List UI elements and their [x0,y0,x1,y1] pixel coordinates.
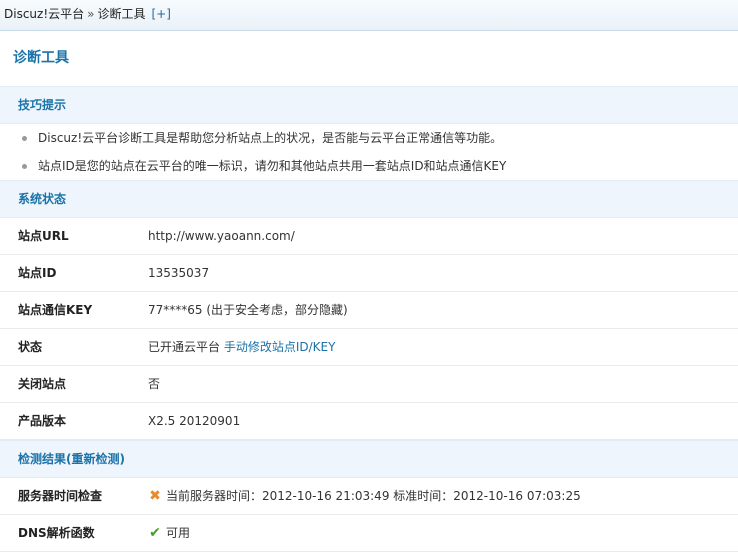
status-row-site-key: 站点通信KEY 77****65 (出于安全考虑，部分隐藏) [0,292,738,329]
result-text: 当前服务器时间：2012-10-16 21:03:49 标准时间：2012-10… [166,489,581,503]
row-value: 77****65 (出于安全考虑，部分隐藏) [148,303,348,317]
row-value: ✔ 可用 [148,515,190,551]
breadcrumb-current: 诊断工具 [97,7,146,21]
row-value: 已开通云平台 手动修改站点ID/KEY [148,329,335,365]
breadcrumb-separator: » [87,7,95,21]
row-label: 产品版本 [18,414,67,428]
tip-item: Discuz!云平台诊断工具是帮助您分析站点上的状况，是否能与云平台正常通信等功… [0,124,738,152]
result-row-dns: DNS解析函数 ✔ 可用 [0,515,738,552]
edit-site-key-link[interactable]: 手动修改站点ID/KEY [224,340,336,354]
system-status-heading: 系统状态 [0,180,738,218]
status-row-state: 状态 已开通云平台 手动修改站点ID/KEY [0,329,738,366]
row-label: 服务器时间检查 [18,489,103,503]
result-text: 可用 [166,526,191,540]
cross-icon: ✖ [149,488,161,504]
state-text: 已开通云平台 [148,340,221,354]
page-title: 诊断工具 [13,50,69,66]
add-shortcut-button[interactable]: [+] [152,7,171,21]
bullet-icon [22,164,27,169]
tip-text: 站点ID是您的站点在云平台的唯一标识，请勿和其他站点共用一套站点ID和站点通信K… [38,159,507,173]
tip-text: Discuz!云平台诊断工具是帮助您分析站点上的状况，是否能与云平台正常通信等功… [38,131,503,145]
row-value: http://www.yaoann.com/ [148,229,295,243]
status-row-version: 产品版本 X2.5 20120901 [0,403,738,440]
tips-heading: 技巧提示 [0,86,738,124]
row-value: 13535037 [148,266,210,280]
result-row-server-time: 服务器时间检查 ✖ 当前服务器时间：2012-10-16 21:03:49 标准时… [0,478,738,515]
check-icon: ✔ [149,525,161,541]
status-row-site-url: 站点URL http://www.yaoann.com/ [0,218,738,255]
status-row-site-id: 站点ID 13535037 [0,255,738,292]
tip-item: 站点ID是您的站点在云平台的唯一标识，请勿和其他站点共用一套站点ID和站点通信K… [0,152,738,180]
bullet-icon [22,136,27,141]
row-label: 状态 [18,340,43,354]
breadcrumb: Discuz!云平台» 诊断工具 [+] [0,0,738,31]
row-label: 站点通信KEY [18,303,93,317]
row-label: 站点ID [18,266,57,280]
results-heading-suffix: ) [119,452,125,466]
status-row-close-site: 关闭站点 否 [0,366,738,403]
row-value: 否 [148,377,161,391]
tips-list: Discuz!云平台诊断工具是帮助您分析站点上的状况，是否能与云平台正常通信等功… [0,124,738,180]
recheck-link[interactable]: 重新检测 [72,452,120,466]
row-label: 关闭站点 [18,377,67,391]
row-value: X2.5 20120901 [148,414,241,428]
breadcrumb-root[interactable]: Discuz!云平台 [4,7,84,21]
row-label: DNS解析函数 [18,526,95,540]
results-heading-prefix: 检测结果( [18,452,72,466]
results-heading: 检测结果(重新检测) [0,440,738,478]
row-label: 站点URL [18,229,69,243]
row-value: ✖ 当前服务器时间：2012-10-16 21:03:49 标准时间：2012-1… [148,478,581,514]
